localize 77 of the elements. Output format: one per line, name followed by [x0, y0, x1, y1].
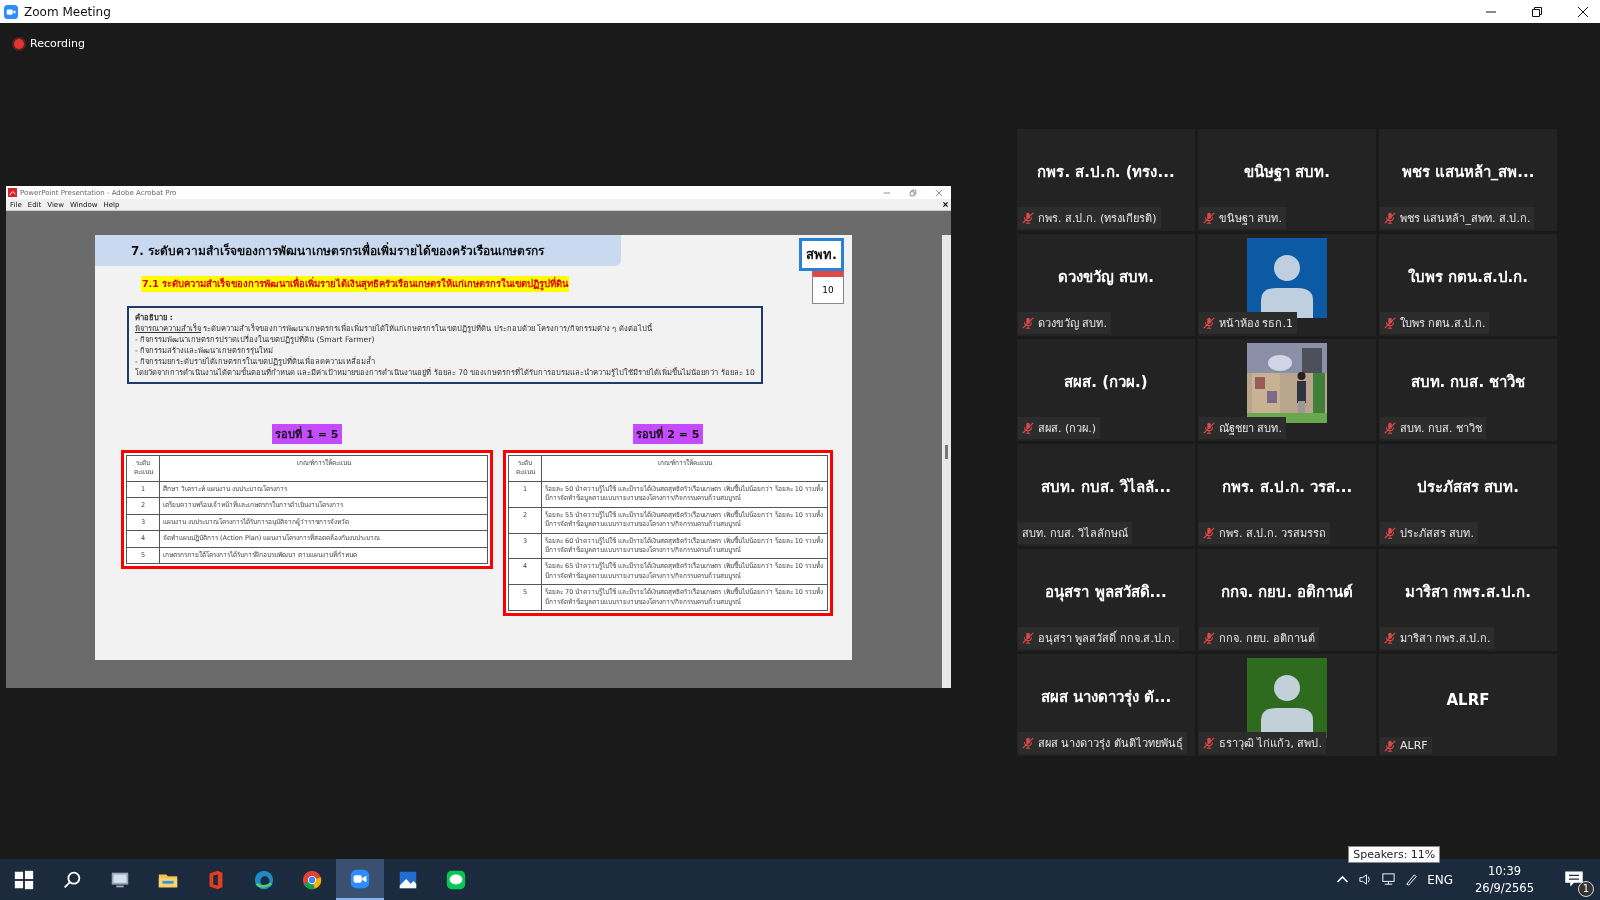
calendar-icon: 10: [812, 271, 844, 304]
participant-label: ณัฐชยา สบท.: [1219, 421, 1282, 437]
participant-tile[interactable]: กพร. ส.ป.ก. (ทรง... กพร. ส.ป.ก. (ทรงเกียรติ): [1017, 129, 1195, 231]
recording-dot-icon: [14, 38, 24, 49]
participant-label: กกจ. กยบ. อติกานต์: [1219, 631, 1315, 647]
participant-tile[interactable]: สบท. กบส. ชาวิช สบท. กบส. ชาวิช: [1379, 339, 1557, 441]
tooltip: Speakers: 11%: [1348, 846, 1441, 863]
restore-icon[interactable]: [1532, 6, 1542, 17]
participant-label: กพร. ส.ป.ก. (ทรงเกียรติ): [1038, 211, 1157, 227]
close-icon[interactable]: [942, 201, 949, 208]
close-icon[interactable]: [1578, 6, 1588, 17]
slide-title: 7. ระดับความสำเร็จของการพัฒนาเกษตรกรเพื่อเพิ่มรายได้ของครัวเรือนเกษตรกร: [95, 235, 621, 266]
participant-tile[interactable]: ใบพร กตน.ส.ป.ก. ใบพร กตน.ส.ป.ก.: [1379, 234, 1557, 336]
participant-label: ดวงขวัญ สบท.: [1038, 316, 1107, 332]
participant-tile[interactable]: สผส นางดาวรุ่ง ตั... สผส นางดาวรุ่ง ตันติไวทยพันธุ์: [1017, 654, 1195, 756]
participant-name: ALRF: [1446, 690, 1490, 709]
slide-subtitle: 7.1 ระดับความสำเร็จของการพัฒนาเพื่อเพิ่มรายได้เงินสุทธิครัวเรือนเกษตรให้แก่เกษตรกรในเขตปฏิรูปที่ดิน: [141, 276, 570, 293]
participant-tile[interactable]: ALRF ALRF: [1379, 654, 1557, 756]
clock-time[interactable]: 10:39: [1487, 863, 1522, 880]
chrome-logo-icon: [301, 868, 323, 891]
participant-name: พชร แสนหล้า_สพ...: [1401, 162, 1535, 183]
participant-name: กพร. ส.ป.ก. วรส...: [1221, 477, 1353, 498]
pen-icon[interactable]: [1404, 872, 1420, 887]
participant-label: กพร. ส.ป.ก. วรสมรรถ: [1219, 526, 1326, 542]
chat-bubble-icon: [445, 868, 467, 891]
participant-name: ขนิษฐา สบท.: [1244, 162, 1330, 184]
participant-tile[interactable]: ขนิษฐา สบท. ขนิษฐา สบท.: [1198, 129, 1376, 231]
participant-tile[interactable]: หน้าห้อง รธก.1: [1198, 234, 1376, 336]
notification-badge: 1: [1578, 880, 1594, 897]
windows-logo-icon: [13, 868, 35, 891]
participant-name: สบท. กบส. ชาวิช: [1410, 372, 1526, 393]
participant-tile[interactable]: ธราวุฒิ ไก่แก้ว, สพป.: [1198, 654, 1376, 756]
participant-label: ธราวุฒิ ไก่แก้ว, สพป.: [1219, 736, 1322, 752]
participant-label: ประภัสสร สบท.: [1400, 526, 1474, 542]
participant-tile[interactable]: ดวงขวัญ สบท. ดวงขวัญ สบท.: [1017, 234, 1195, 336]
participant-label: สผส นางดาวรุ่ง ตันติไวทยพันธุ์: [1038, 736, 1183, 752]
participant-tile[interactable]: อนุสรา พูลสวัสดิ... อนุสรา พูลสวัสดิ์ กกจ.ส.ป.ก.: [1017, 549, 1195, 651]
participant-label: ใบพร กตน.ส.ป.ก.: [1400, 316, 1486, 332]
zoom-logo-icon: [4, 4, 18, 19]
participant-name: กพร. ส.ป.ก. (ทรง...: [1037, 162, 1175, 183]
participant-name: สผส. (กวผ.): [1064, 372, 1148, 393]
network-icon[interactable]: [1381, 872, 1397, 887]
participant-tile[interactable]: สบท. กบส. วิไลลั... สบท. กบส. วิไลลักษณ์: [1017, 444, 1195, 546]
participant-tile[interactable]: กกจ. กยบ. อติกานต์ กกจ. กยบ. อติกานต์: [1198, 549, 1376, 651]
participant-name: มาริสา กพร.ส.ป.ก.: [1405, 582, 1531, 603]
round-label: รอบที่ 1 = 5: [272, 424, 342, 444]
participant-label: มาริสา กพร.ส.ป.ก.: [1400, 631, 1491, 647]
language-indicator[interactable]: ENG: [1427, 872, 1454, 887]
participant-label: หน้าห้อง รธก.1: [1219, 316, 1293, 332]
participant-label: อนุสรา พูลสวัสดิ์ กกจ.ส.ป.ก.: [1038, 629, 1175, 647]
participant-tile[interactable]: กพร. ส.ป.ก. วรส... กพร. ส.ป.ก. วรสมรรถ: [1198, 444, 1376, 546]
participant-tile[interactable]: ประภัสสร สบท. ประภัสสร สบท.: [1379, 444, 1557, 546]
participant-name: สบท. กบส. วิไลลั...: [1041, 476, 1171, 498]
participant-name: อนุสรา พูลสวัสดิ...: [1045, 582, 1167, 604]
video-camera-icon: [349, 867, 371, 890]
participant-name: กกจ. กยบ. อติกานต์: [1220, 582, 1354, 603]
participant-tile[interactable]: พชร แสนหล้า_สพ... พชร แสนหล้า_สพท. ส.ป.ก.: [1379, 129, 1557, 231]
participant-label: พชร แสนหล้า_สพท. ส.ป.ก.: [1400, 211, 1531, 227]
participant-label: ขนิษฐา สบท.: [1219, 211, 1282, 227]
participant-name: สผส นางดาวรุ่ง ตั...: [1040, 687, 1172, 709]
slide-badge: สพท.: [799, 238, 844, 271]
recording-label: Recording: [30, 37, 86, 50]
participant-label: สบท. กบส. วิไลลักษณ์: [1022, 526, 1128, 542]
participant-tile[interactable]: สผส. (กวผ.) สผส. (กวผ.): [1017, 339, 1195, 441]
zoom-taskbar-button[interactable]: [336, 859, 384, 900]
window-title: Zoom Meeting: [24, 4, 111, 19]
participant-name: ใบพร กตน.ส.ป.ก.: [1408, 267, 1528, 288]
participant-name: ดวงขวัญ สบท.: [1058, 267, 1154, 288]
participant-label: ALRF: [1400, 739, 1428, 752]
participant-name: ประภัสสร สบท.: [1417, 477, 1519, 498]
participant-tile[interactable]: มาริสา กพร.ส.ป.ก. มาริสา กพร.ส.ป.ก.: [1379, 549, 1557, 651]
participant-label: สบท. กบส. ชาวิช: [1400, 421, 1482, 437]
clock-date[interactable]: 26/9/2565: [1475, 879, 1534, 896]
participant-label: สผส. (กวผ.): [1038, 421, 1097, 437]
participant-tile[interactable]: ณัฐชยา สบท.: [1198, 339, 1376, 441]
round-label: รอบที่ 2 = 5: [633, 424, 703, 444]
scrollbar-thumb[interactable]: [945, 445, 948, 459]
